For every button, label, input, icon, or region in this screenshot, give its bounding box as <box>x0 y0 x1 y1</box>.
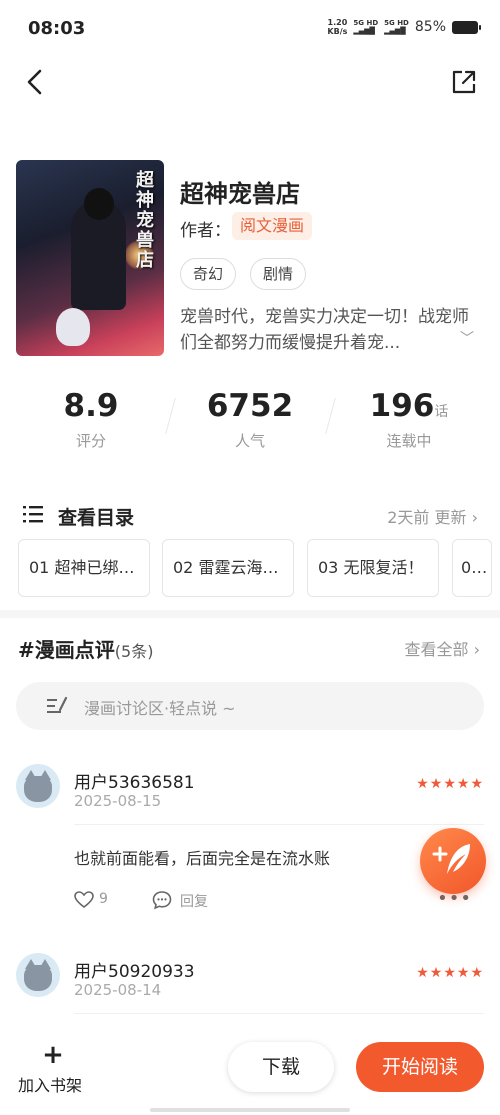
author-label: 作者： <box>180 221 231 241</box>
battery-icon <box>452 20 481 34</box>
catalog-update-link[interactable]: 2天前 更新 › <box>387 504 478 528</box>
stat-chapters: 196话 连载中 <box>369 388 449 450</box>
cover-head <box>84 188 114 220</box>
net-speed: 1.20 KB/s <box>327 18 348 36</box>
catalog-title[interactable]: 查看目录 <box>58 503 134 530</box>
write-comment-button[interactable] <box>420 828 486 894</box>
home-indicator <box>150 1108 350 1112</box>
cover-skull <box>56 308 90 346</box>
chapter-card[interactable]: 02 雷霆云海… <box>162 539 294 597</box>
cat-avatar-icon <box>24 959 52 991</box>
reply-button[interactable]: 回复 <box>180 891 208 911</box>
comment-date: 2025-08-14 <box>74 981 162 999</box>
signal-2: 5G HD ▂▄▆█ <box>384 19 409 35</box>
battery-percent: 85% <box>414 19 446 35</box>
status-indicators: 1.20 KB/s 5G HD ▂▄▆█ 5G HD ▂▄▆█ 85% <box>327 18 481 36</box>
expand-chevron-icon[interactable]: ﹀ <box>460 328 474 348</box>
comments-title: #漫画点评(5条) <box>18 638 154 662</box>
chapter-card[interactable]: 04 读 <box>452 539 492 597</box>
chevron-right-icon: › <box>471 508 478 527</box>
view-all-comments-link[interactable]: 查看全部 › <box>404 636 480 660</box>
like-count: 9 <box>99 891 108 907</box>
genre-tag[interactable]: 剧情 <box>250 258 307 290</box>
book-description[interactable]: 宠兽时代，宠兽实力决定一切！战宠师们全都努力而缓慢提升着宠... <box>180 304 472 358</box>
comment-text[interactable]: 也就前面能看，后面完全是在流水账 <box>74 845 330 869</box>
plus-icon[interactable]: + <box>40 1040 66 1070</box>
comment-username[interactable]: 用户53636581 <box>74 768 195 793</box>
cover-title-art: 超神宠兽店 <box>133 170 154 270</box>
comment-username[interactable]: 用户50920933 <box>74 957 195 982</box>
book-cover[interactable]: 超神宠兽店 <box>16 160 164 356</box>
start-reading-button[interactable]: 开始阅读 <box>356 1042 484 1092</box>
stat-popularity: 6752 人气 <box>206 388 294 450</box>
comment-divider <box>74 1013 484 1014</box>
avatar[interactable] <box>16 953 60 997</box>
status-time: 08:03 <box>28 18 86 39</box>
chat-bubble-icon[interactable] <box>152 890 172 910</box>
genre-tag[interactable]: 奇幻 <box>180 258 237 290</box>
book-title: 超神宠兽店 <box>180 180 300 208</box>
quill-plus-icon <box>432 844 470 874</box>
comment-date: 2025-08-15 <box>74 792 162 810</box>
rating-stars: ★★★★★ <box>416 965 484 981</box>
rating-stars: ★★★★★ <box>416 776 484 792</box>
back-button[interactable] <box>20 66 52 98</box>
chevron-right-icon: › <box>473 640 480 659</box>
add-to-shelf-button[interactable]: 加入书架 <box>18 1072 82 1096</box>
signal-1: 5G HD ▂▄▆█ <box>353 19 379 35</box>
chapter-card[interactable]: 01 超神已绑… <box>18 539 150 597</box>
cat-avatar-icon <box>24 770 52 802</box>
chevron-left-icon <box>27 69 42 95</box>
download-button[interactable]: 下载 <box>228 1042 334 1092</box>
section-divider <box>0 610 500 618</box>
comment-input-placeholder[interactable]: 漫画讨论区·轻点说 ~ <box>84 695 236 719</box>
author-tag[interactable]: 阅文漫画 <box>232 212 313 240</box>
edit-lines-icon <box>46 696 68 716</box>
avatar[interactable] <box>16 764 60 808</box>
comment-divider <box>74 824 484 825</box>
stat-rating: 8.9 评分 <box>63 388 119 450</box>
heart-icon[interactable] <box>74 891 94 909</box>
chapter-card[interactable]: 03 无限复活！ <box>307 539 439 597</box>
share-button[interactable] <box>448 66 480 98</box>
list-icon[interactable] <box>22 503 44 525</box>
share-external-icon <box>452 70 476 94</box>
